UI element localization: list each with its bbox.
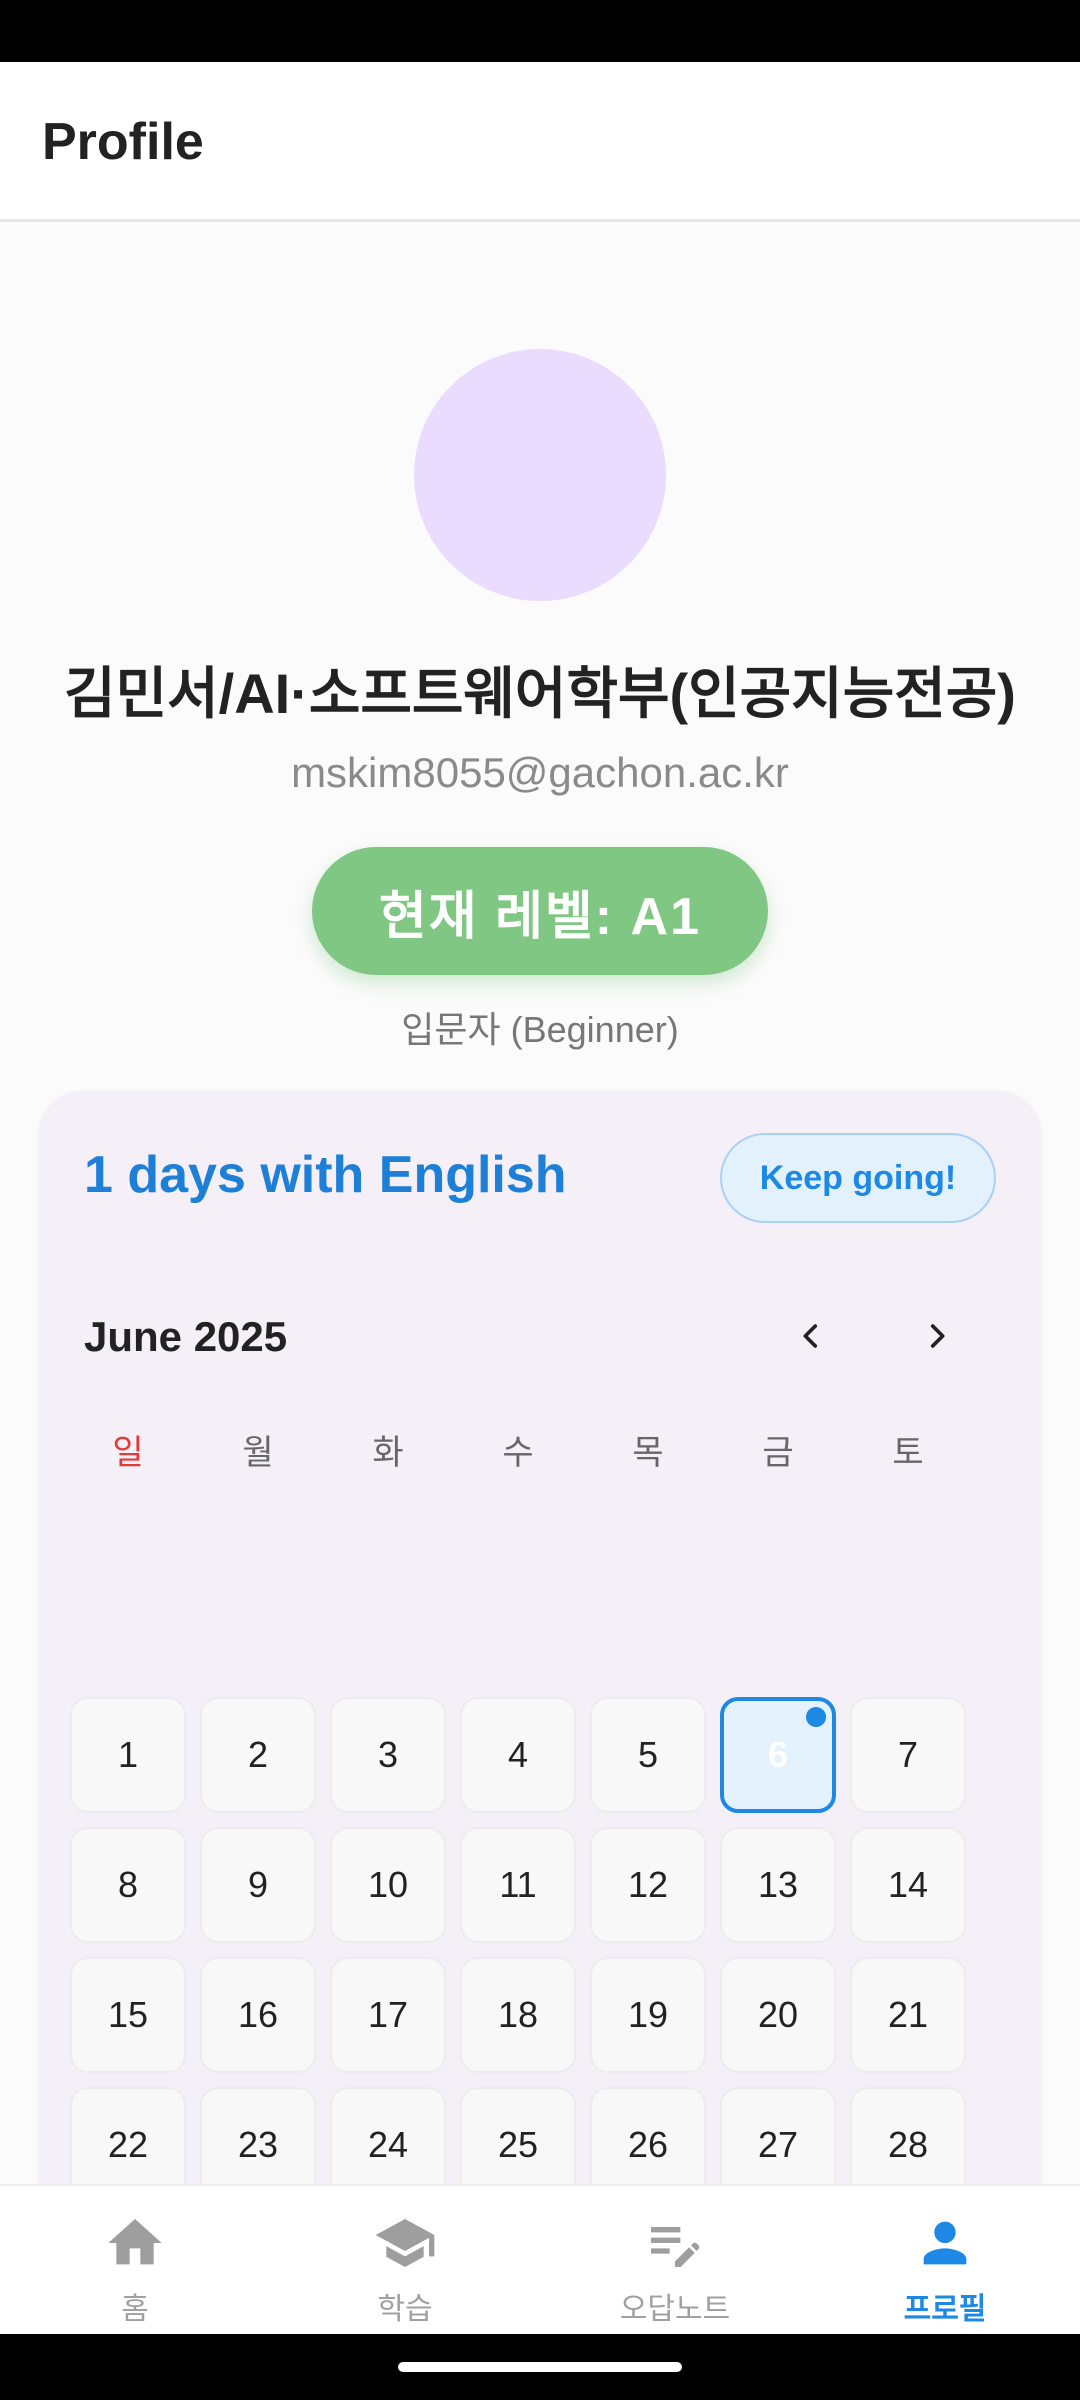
nav-label-home: 홈	[121, 2293, 149, 2326]
profile-content[interactable]: 김민서/AI·소프트웨어학부(인공지능전공) mskim8055@gachon.…	[0, 225, 1080, 2185]
calendar-day-number: 20	[757, 1994, 799, 2035]
calendar-day-number: 17	[367, 1994, 409, 2035]
home-icon	[108, 2219, 162, 2265]
calendar-day-number: 23	[237, 2124, 279, 2165]
previous-month-button[interactable]	[776, 1301, 846, 1371]
nav-label-profile: 프로필	[903, 2293, 987, 2326]
level-description: 입문자 (Beginner)	[401, 1009, 679, 1050]
calendar-day[interactable]: 18	[460, 1957, 576, 2073]
chevron-left-icon	[803, 1324, 818, 1348]
calendar-day[interactable]: 1	[70, 1697, 186, 1813]
calendar-day-number: 19	[627, 1994, 669, 2035]
calendar-day[interactable]: 7	[850, 1697, 966, 1813]
calendar-day[interactable]: 12	[590, 1827, 706, 1943]
calendar-day[interactable]: 9	[200, 1827, 316, 1943]
calendar-day-number: 14	[887, 1864, 929, 1905]
calendar-day[interactable]: 17	[330, 1957, 446, 2073]
calendar-day[interactable]: 16	[200, 1957, 316, 2073]
nav-item-wrong-notes[interactable]: 오답노트	[540, 2186, 810, 2336]
calendar-day[interactable]: 26	[590, 2087, 706, 2185]
calendar-day-number: 21	[887, 1994, 929, 2035]
calendar-day-number: 7	[897, 1734, 919, 1775]
status-bar	[0, 0, 1080, 62]
calendar-day[interactable]: 14	[850, 1827, 966, 1943]
calendar-day-number: 5	[637, 1734, 659, 1775]
calendar-day[interactable]: 24	[330, 2087, 446, 2185]
calendar-day[interactable]: 11	[460, 1827, 576, 1943]
calendar-day-number: 6	[767, 1734, 789, 1775]
calendar-day[interactable]: 13	[720, 1827, 836, 1943]
calendar-day[interactable]: 15	[70, 1957, 186, 2073]
calendar-day[interactable]: 8	[70, 1827, 186, 1943]
weekday-label: 월	[242, 1434, 274, 1472]
calendar-day[interactable]: 3	[330, 1697, 446, 1813]
calendar-day-number: 2	[247, 1734, 269, 1775]
chevron-right-icon	[930, 1324, 945, 1348]
next-month-button[interactable]	[902, 1301, 972, 1371]
calendar-day-number: 18	[497, 1994, 539, 2035]
calendar-day-number: 22	[107, 2124, 149, 2165]
calendar-day[interactable]: 19	[590, 1957, 706, 2073]
calendar-day-number: 8	[117, 1864, 139, 1905]
calendar-day-number: 4	[507, 1734, 529, 1775]
calendar-day-number: 11	[499, 1864, 537, 1905]
calendar-day-number: 26	[627, 2124, 669, 2165]
streak-card: 1 days with English Keep going! June 202…	[40, 1091, 1040, 2185]
weekday-label: 금	[762, 1434, 794, 1472]
school-icon	[375, 2219, 435, 2267]
streak-title: 1 days with English	[84, 1146, 567, 1204]
weekday-label: 토	[892, 1434, 924, 1472]
calendar-day-today[interactable]: 6	[720, 1697, 836, 1813]
calendar-day-number: 25	[497, 2124, 539, 2165]
calendar-day-number: 10	[367, 1864, 409, 1905]
bottom-navigation: 홈 학습 오답노트 프로필	[0, 2184, 1080, 2334]
keep-going-badge: Keep going!	[720, 1133, 996, 1223]
calendar-day-number: 9	[247, 1864, 269, 1905]
calendar-day[interactable]: 2	[200, 1697, 316, 1813]
calendar-day[interactable]: 5	[590, 1697, 706, 1813]
calendar-day-number: 3	[377, 1734, 399, 1775]
page-title: Profile	[42, 113, 204, 171]
home-gesture-handle[interactable]	[398, 2362, 682, 2372]
level-badge: 현재 레벨: A1	[312, 847, 768, 975]
calendar-day-number: 27	[757, 2124, 799, 2165]
calendar-day[interactable]: 21	[850, 1957, 966, 2073]
app-bar: Profile	[0, 62, 1080, 222]
avatar[interactable]	[414, 349, 666, 601]
edit-note-icon	[651, 2227, 700, 2267]
calendar-day-number: 12	[627, 1864, 669, 1905]
nav-item-home[interactable]: 홈	[0, 2186, 270, 2336]
calendar-day-number: 13	[757, 1864, 799, 1905]
nav-label-study: 학습	[377, 2293, 433, 2326]
calendar-day-number: 24	[367, 2124, 409, 2165]
system-gesture-bar	[0, 2334, 1080, 2400]
activity-dot	[806, 1707, 826, 1727]
calendar-day[interactable]: 10	[330, 1827, 446, 1943]
nav-label-wrong-notes: 오답노트	[619, 2293, 731, 2326]
weekday-label: 화	[372, 1434, 404, 1472]
user-email: mskim8055@gachon.ac.kr	[291, 749, 789, 796]
user-name: 김민서/AI·소프트웨어학부(인공지능전공)	[64, 662, 1016, 725]
weekday-label: 목	[632, 1434, 664, 1472]
calendar-day[interactable]: 20	[720, 1957, 836, 2073]
calendar-day-number: 1	[117, 1734, 139, 1775]
person-icon	[923, 2221, 967, 2265]
calendar-day[interactable]: 27	[720, 2087, 836, 2185]
nav-item-study[interactable]: 학습	[270, 2186, 540, 2336]
calendar-day-number: 28	[887, 2124, 929, 2165]
calendar-day[interactable]: 4	[460, 1697, 576, 1813]
weekday-label: 수	[502, 1434, 534, 1472]
weekday-label: 일	[112, 1434, 144, 1472]
calendar-day[interactable]: 23	[200, 2087, 316, 2185]
calendar-month-label: June 2025	[84, 1313, 288, 1360]
calendar-day[interactable]: 28	[850, 2087, 966, 2185]
calendar-day[interactable]: 22	[70, 2087, 186, 2185]
calendar-day[interactable]: 25	[460, 2087, 576, 2185]
calendar-day-number: 15	[107, 1994, 149, 2035]
nav-item-profile[interactable]: 프로필	[810, 2186, 1080, 2336]
calendar-day-number: 16	[237, 1994, 279, 2035]
